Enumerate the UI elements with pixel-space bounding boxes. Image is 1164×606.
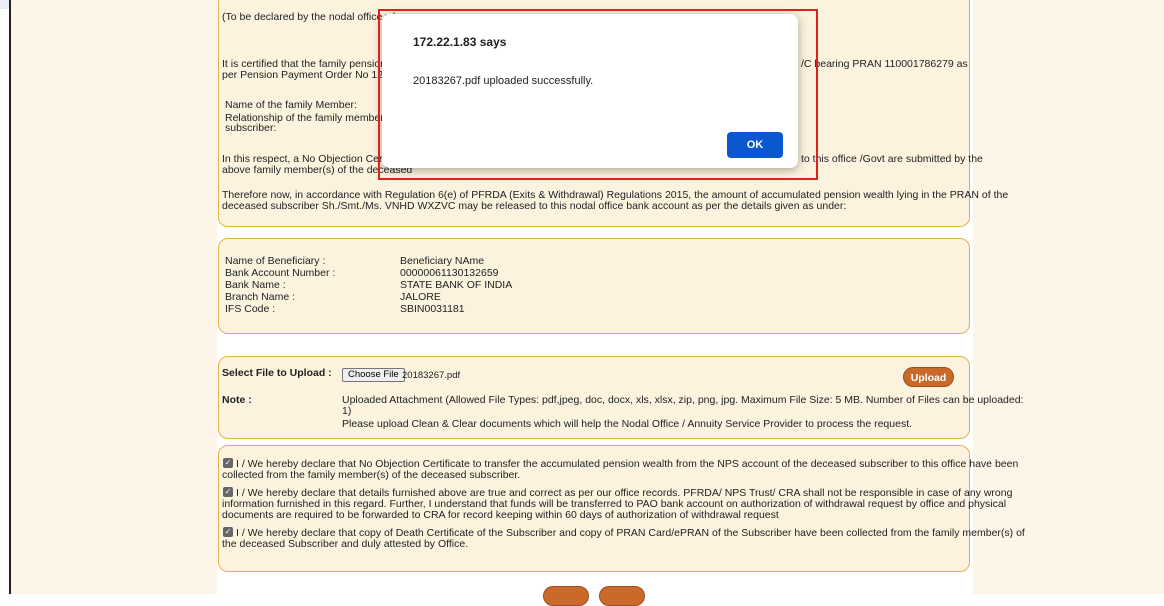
choose-file-button[interactable]: Choose File bbox=[342, 368, 405, 382]
declaration-2-checkbox[interactable]: ✓ bbox=[223, 487, 233, 497]
declaration-1-text-cont: collected from the family member(s) of t… bbox=[222, 469, 521, 481]
bank-name-value: STATE BANK OF INDIA bbox=[400, 279, 513, 291]
relationship-label-cont: subscriber: bbox=[225, 122, 277, 134]
beneficiary-name-value: Beneficiary NAme bbox=[400, 255, 485, 267]
chosen-file-name: 20183267.pdf bbox=[402, 370, 461, 381]
submit-button[interactable] bbox=[543, 586, 589, 606]
family-member-label: Name of the family Member: bbox=[225, 99, 357, 111]
highlight-box bbox=[378, 9, 818, 180]
bank-name-label: Bank Name : bbox=[225, 279, 286, 291]
note-text: Uploaded Attachment (Allowed File Types:… bbox=[342, 394, 1024, 406]
upload-button[interactable]: Upload bbox=[903, 367, 954, 387]
note-label: Note : bbox=[222, 394, 252, 406]
note-guidance: Please upload Clean & Clear documents wh… bbox=[342, 418, 913, 430]
declaration-3-text-cont: the deceased Subscriber and duly atteste… bbox=[222, 538, 469, 550]
noc-text-right: to this office /Govt are submitted by th… bbox=[801, 153, 983, 165]
ifs-code-label: IFS Code : bbox=[225, 303, 276, 315]
regulation-text-cont: deceased subscriber Sh./Smt./Ms. VNHD WX… bbox=[222, 200, 847, 212]
declaration-3-checkbox[interactable]: ✓ bbox=[223, 527, 233, 537]
certified-text-right: /C bearing PRAN 110001786279 as bbox=[801, 58, 968, 70]
declaration-1-checkbox[interactable]: ✓ bbox=[223, 458, 233, 468]
branch-name-value: JALORE bbox=[400, 291, 441, 303]
account-number-value: 00000061130132659 bbox=[400, 267, 499, 279]
ifs-code-value: SBIN0031181 bbox=[400, 303, 465, 315]
account-number-label: Bank Account Number : bbox=[225, 267, 336, 279]
note-text-cont: 1) bbox=[342, 405, 352, 417]
cancel-button[interactable] bbox=[599, 586, 645, 606]
select-file-label: Select File to Upload : bbox=[222, 367, 332, 379]
beneficiary-card bbox=[218, 238, 970, 334]
branch-name-label: Branch Name : bbox=[225, 291, 296, 303]
declaration-2-text-cont2: documents are required to be forwarded t… bbox=[222, 509, 779, 521]
beneficiary-name-label: Name of Beneficiary : bbox=[225, 255, 326, 267]
